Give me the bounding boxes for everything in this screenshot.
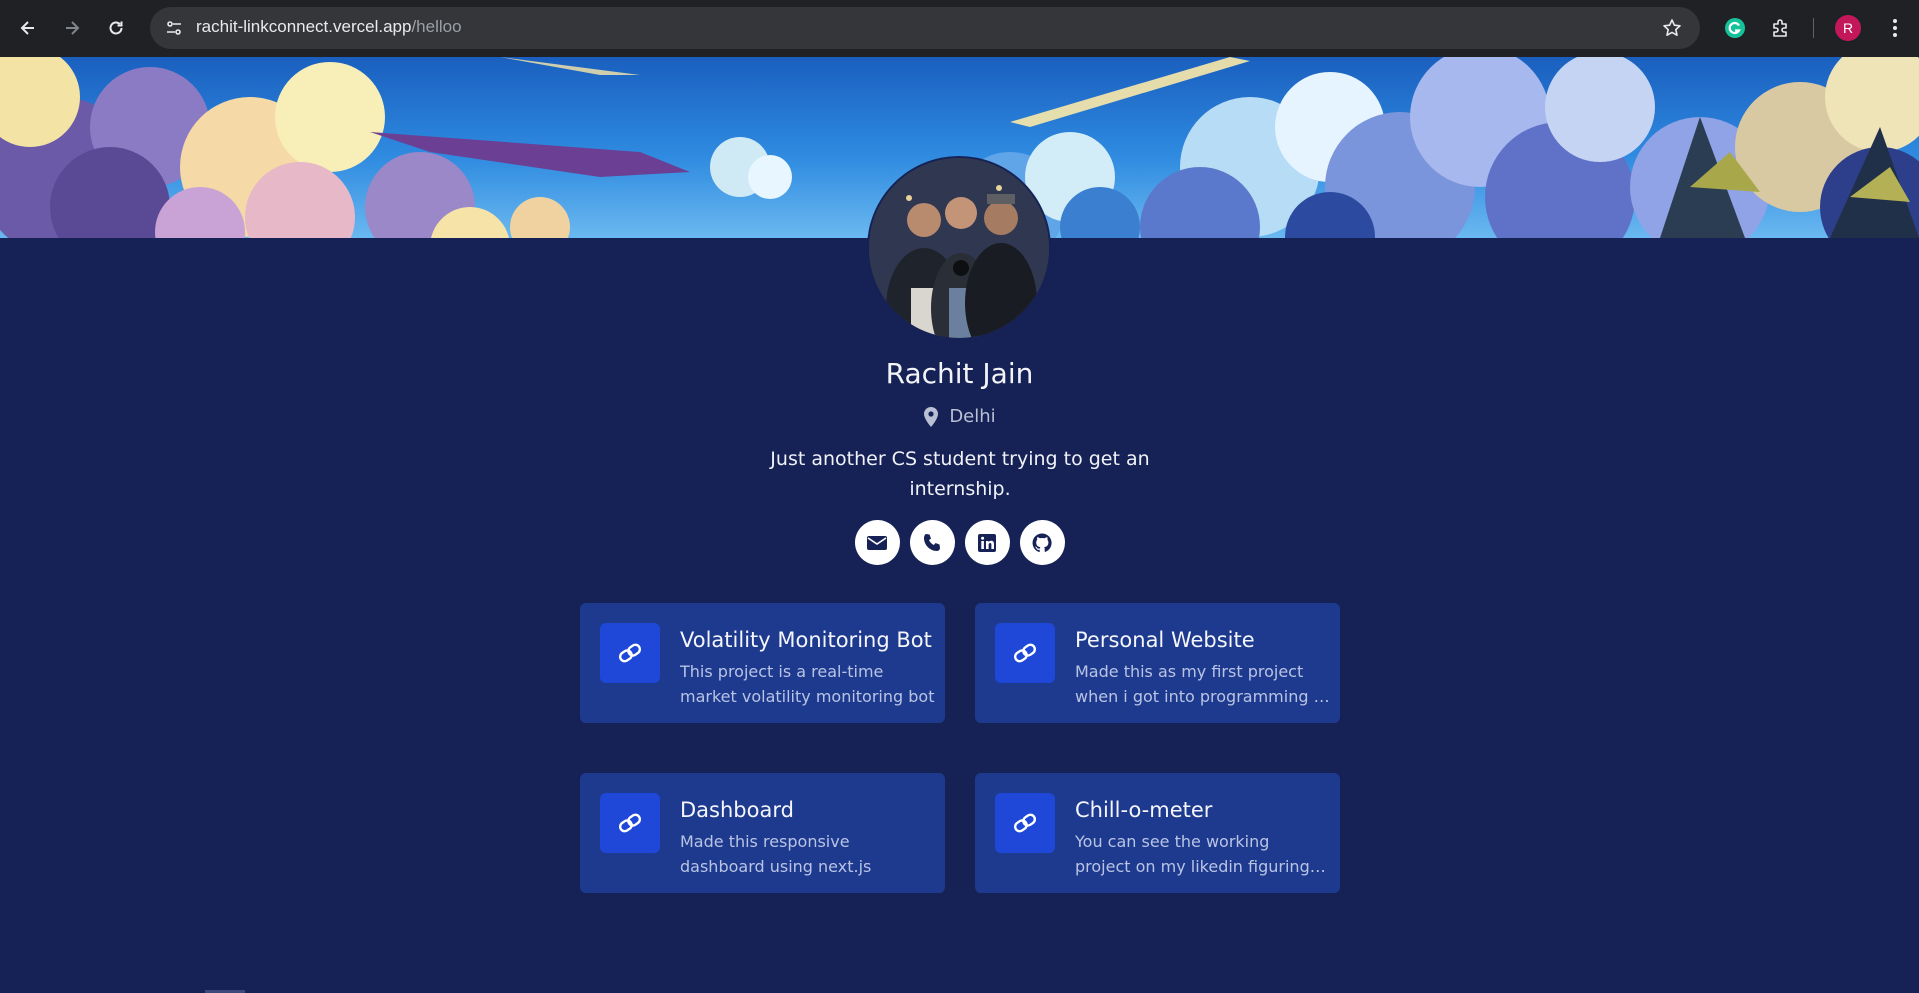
- card-description: You can see the working project on my li…: [1075, 832, 1310, 876]
- card-title: Volatility Monitoring Bot: [680, 628, 932, 652]
- linkedin-button[interactable]: [964, 520, 1010, 565]
- forward-button[interactable]: [56, 12, 88, 44]
- menu-icon: [1893, 19, 1897, 37]
- map-pin-icon: [924, 406, 939, 427]
- link-icon: [1013, 813, 1037, 833]
- reload-icon: [109, 21, 123, 35]
- phone-icon: [924, 533, 940, 551]
- browser-menu-button[interactable]: [1879, 12, 1911, 44]
- card-link-icon-box: [600, 793, 660, 853]
- profile-button[interactable]: R: [1835, 15, 1861, 41]
- card-title: Chill-o-meter: [1075, 798, 1213, 822]
- card-description: Made this responsive dashboard using nex…: [680, 832, 872, 876]
- phone-button[interactable]: [909, 520, 955, 565]
- forward-icon: [66, 21, 80, 35]
- profile-location: Delhi: [0, 406, 1919, 427]
- link-card-chill-o-meter[interactable]: Chill-o-meter You can see the working pr…: [975, 773, 1340, 893]
- url-host: rachit-linkconnect.vercel.app: [196, 17, 412, 36]
- github-button[interactable]: [1019, 520, 1065, 565]
- toolbar-divider: [1813, 18, 1814, 38]
- grammarly-extension[interactable]: [1719, 12, 1751, 44]
- star-icon: [1663, 19, 1681, 36]
- profile-photo: [869, 158, 1049, 338]
- card-description: Made this as my first project when i got…: [1075, 662, 1324, 706]
- link-card-volatility-monitoring-bot[interactable]: Volatility Monitoring Bot This project i…: [580, 603, 945, 723]
- envelope-icon: [867, 535, 887, 550]
- extensions-icon: [1773, 19, 1787, 37]
- card-description: This project is a real-time market volat…: [680, 662, 935, 706]
- linkedin-icon: [978, 533, 996, 552]
- browser-toolbar: rachit-linkconnect.vercel.app/helloo R: [0, 0, 1919, 57]
- site-info-button[interactable]: [158, 12, 190, 44]
- link-card-personal-website[interactable]: Personal Website Made this as my first p…: [975, 603, 1340, 723]
- reload-button[interactable]: [100, 12, 132, 44]
- extensions-button[interactable]: [1765, 12, 1797, 44]
- card-title: Personal Website: [1075, 628, 1255, 652]
- card-link-icon-box: [600, 623, 660, 683]
- profile-name: Rachit Jain: [885, 357, 1034, 390]
- link-icon: [618, 813, 642, 833]
- back-icon: [20, 21, 34, 35]
- bookmark-button[interactable]: [1656, 12, 1688, 44]
- card-title: Dashboard: [680, 798, 794, 822]
- link-icon: [618, 643, 642, 663]
- address-bar[interactable]: rachit-linkconnect.vercel.app/helloo: [150, 7, 1700, 49]
- url-path: /helloo: [411, 17, 462, 36]
- site-info-icon: [167, 21, 181, 35]
- email-button[interactable]: [854, 520, 900, 565]
- link-card-dashboard[interactable]: Dashboard Made this responsive dashboard…: [580, 773, 945, 893]
- card-link-icon-box: [995, 623, 1055, 683]
- url-text[interactable]: rachit-linkconnect.vercel.app/helloo: [196, 17, 462, 37]
- location-text: Delhi: [949, 406, 996, 427]
- profile-avatar: [869, 158, 1049, 338]
- card-link-icon-box: [995, 793, 1055, 853]
- profile-bio: Just another CS student trying to get an…: [770, 448, 1150, 500]
- link-icon: [1013, 643, 1037, 663]
- back-button[interactable]: [12, 12, 44, 44]
- github-icon: [1032, 532, 1052, 552]
- grammarly-icon: [1725, 18, 1745, 38]
- social-links: [0, 520, 1919, 565]
